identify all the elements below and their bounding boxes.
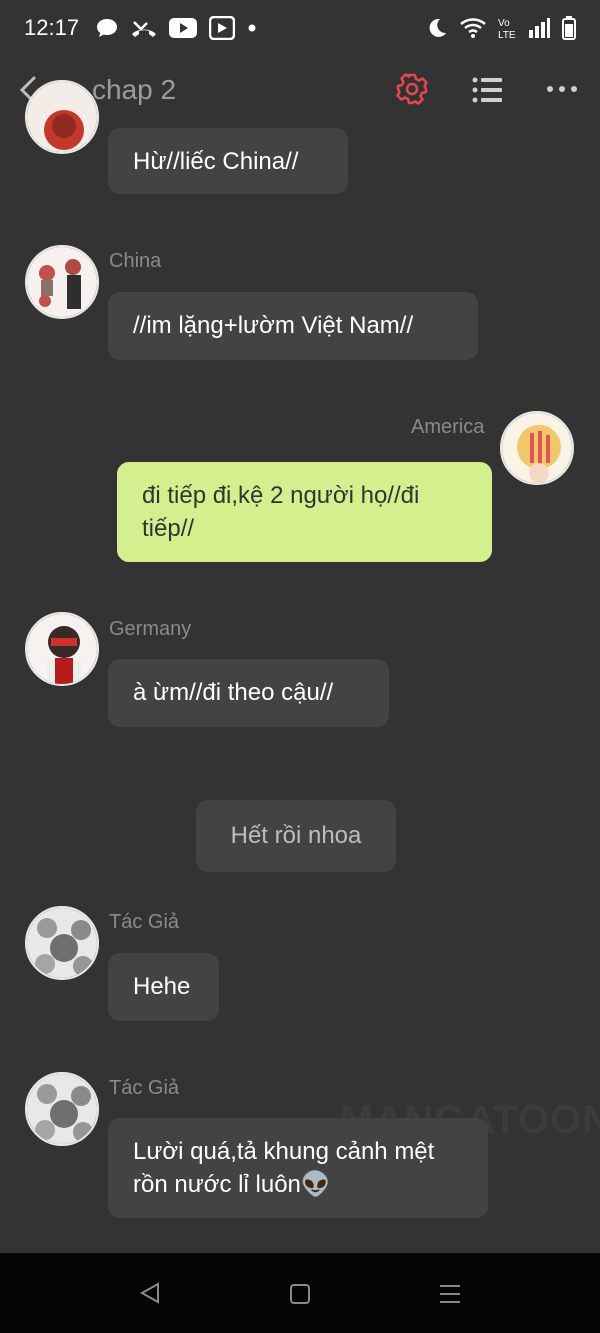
signal-icon: [529, 18, 550, 38]
more-options-icon[interactable]: [546, 84, 578, 94]
avatar[interactable]: [25, 612, 99, 686]
avatar[interactable]: [25, 245, 99, 319]
avatar[interactable]: [500, 411, 574, 485]
message-bubble: Hehe: [108, 953, 219, 1021]
wifi-icon: [460, 18, 486, 38]
speaker-name: China: [109, 250, 162, 272]
narration-bubble: Hết rồi nhoa: [196, 800, 396, 872]
chapter-list-icon[interactable]: [472, 76, 502, 104]
navigation-bar: [0, 1253, 600, 1333]
message-bubble: //im lặng+lườm Việt Nam//: [108, 292, 478, 360]
speaker-name: Germany: [109, 618, 192, 640]
chapter-title: chap 2: [92, 74, 177, 105]
speaker-name: Tác Giả: [109, 1077, 180, 1099]
narration-text: Hết rồi nhoa: [230, 822, 362, 849]
svg-text:LTE: LTE: [498, 30, 516, 40]
moon-icon: [429, 18, 446, 37]
chat-bubble-icon: [97, 19, 118, 37]
message-bubble: Lười quá,tả khung cảnh mệt rồn nước lỉ l…: [108, 1118, 488, 1218]
missed-call-icon: [132, 21, 157, 37]
dot-icon: [248, 24, 256, 32]
clock: 12:17: [24, 15, 80, 40]
menu-lines-icon[interactable]: [439, 1283, 461, 1305]
back-triangle-icon[interactable]: [138, 1282, 162, 1304]
battery-icon: [562, 16, 576, 40]
message-text: Hehe: [133, 973, 191, 1000]
status-bar: 12:17 Vo LTE: [0, 0, 600, 56]
speaker-name: Tác Giả: [109, 911, 180, 933]
message-text: //im lặng+lườm Việt Nam//: [133, 312, 414, 339]
speaker-name: America: [411, 416, 485, 438]
message-bubble-own: đi tiếp đi,kệ 2 người họ//đi tiếp//: [117, 462, 492, 562]
volte-icon: VoLTE: [498, 18, 516, 40]
svg-text:Vo: Vo: [498, 18, 510, 29]
avatar[interactable]: [25, 1072, 99, 1146]
message-text: à ừm//đi theo cậu//: [133, 679, 334, 706]
message-text: đi tiếp đi,kệ 2 người họ//đi tiếp//: [142, 482, 420, 542]
message-bubble: à ừm//đi theo cậu//: [108, 659, 389, 727]
avatar[interactable]: [25, 80, 99, 154]
play-box-icon: [209, 16, 236, 40]
message-text: Lười quá,tả khung cảnh mệt rồn nước lỉ l…: [133, 1138, 435, 1198]
avatar[interactable]: [25, 906, 99, 980]
home-square-icon[interactable]: [289, 1283, 311, 1305]
message-text: Hừ//liếc China//: [133, 148, 299, 175]
youtube-icon: [169, 18, 198, 38]
message-bubble: Hừ//liếc China//: [108, 128, 348, 194]
gear-icon[interactable]: [396, 73, 428, 105]
